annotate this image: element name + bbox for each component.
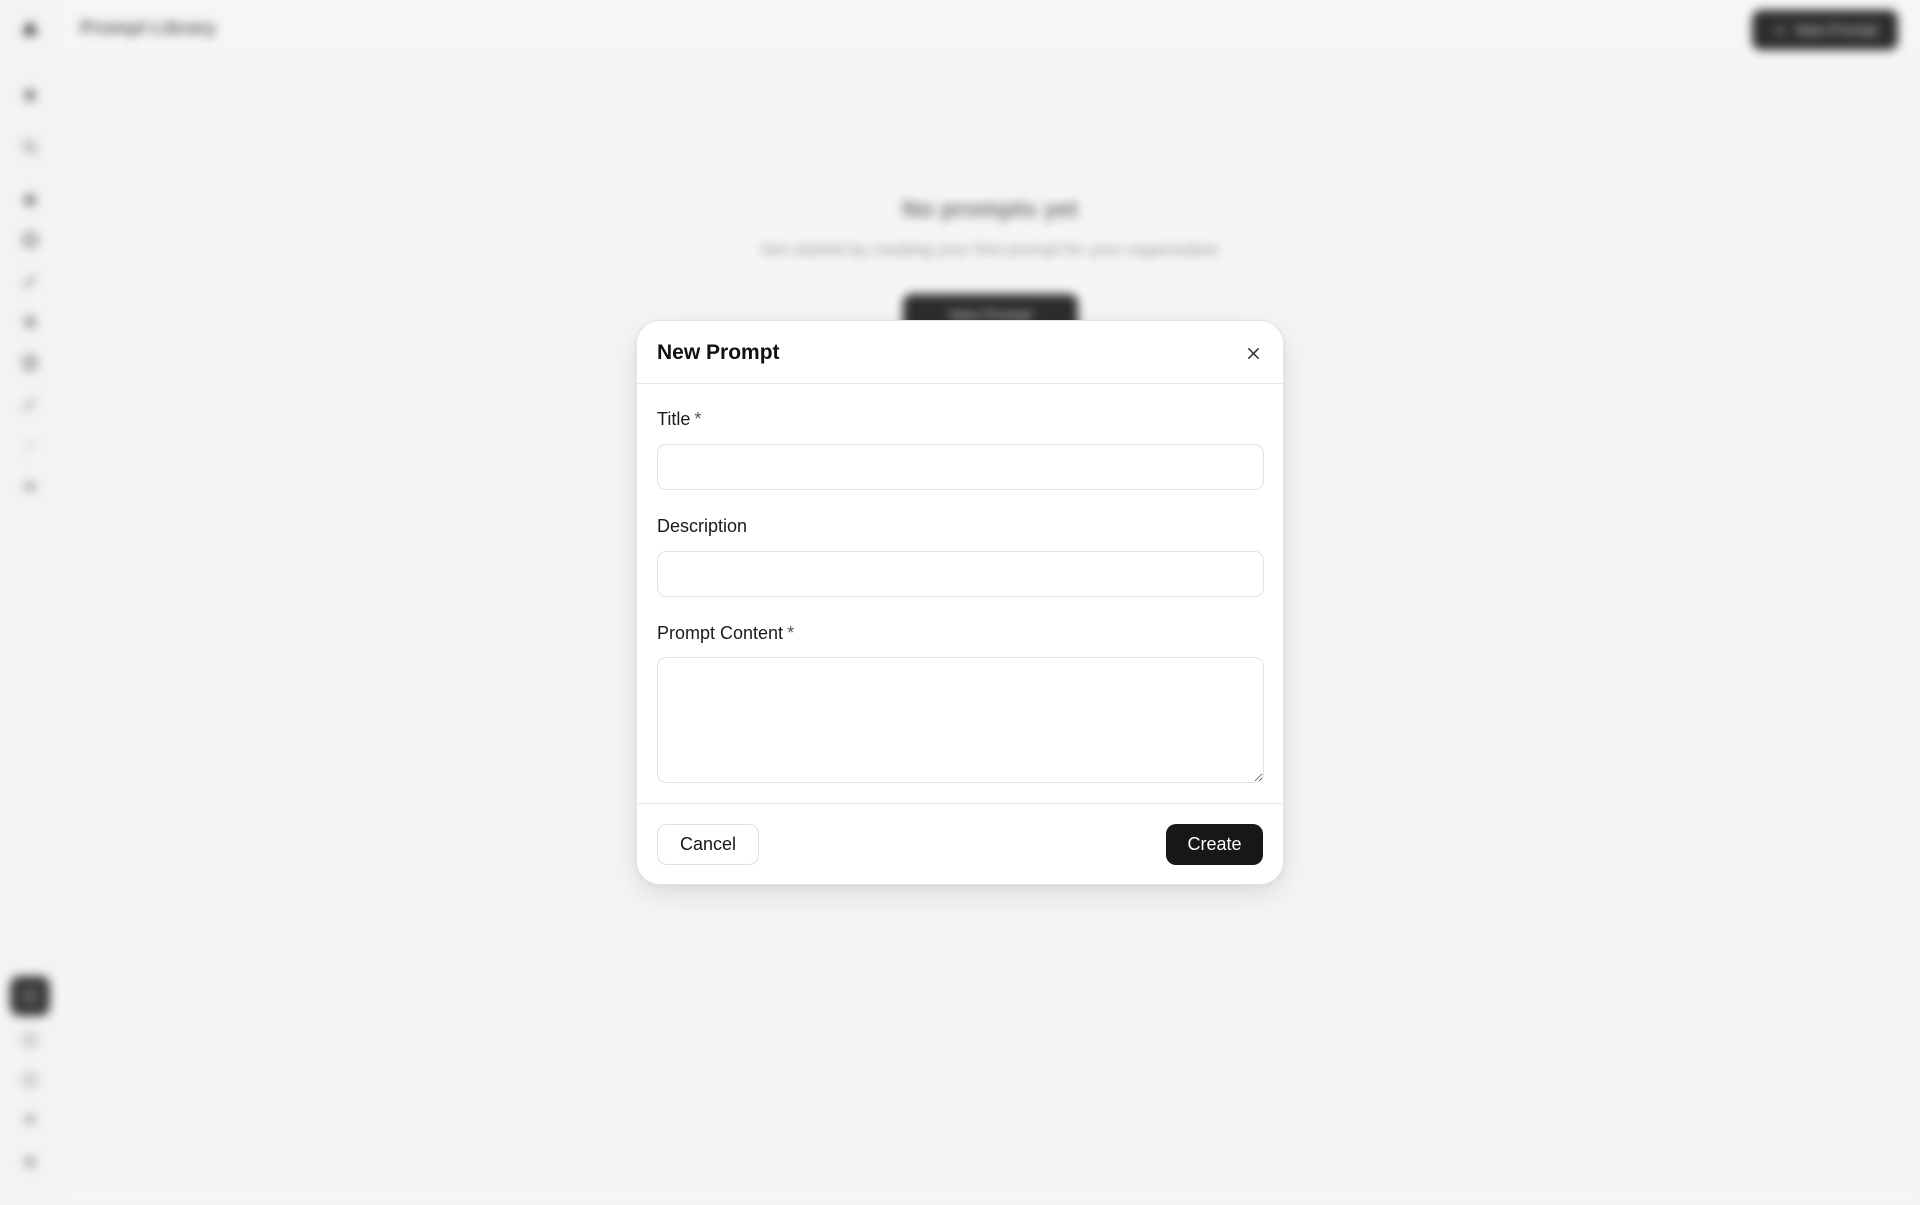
required-mark: * bbox=[694, 409, 702, 429]
create-button[interactable]: Create bbox=[1166, 824, 1263, 865]
dialog-title: New Prompt bbox=[657, 341, 780, 364]
close-button[interactable] bbox=[1243, 343, 1263, 363]
prompt-content-label: Prompt Content * bbox=[657, 623, 794, 644]
title-input[interactable] bbox=[657, 444, 1264, 490]
close-icon bbox=[1247, 347, 1259, 359]
dialog-footer: Cancel Create bbox=[637, 803, 1283, 885]
title-label: Title * bbox=[657, 409, 701, 430]
title-label-text: Title bbox=[657, 409, 691, 429]
cancel-button[interactable]: Cancel bbox=[657, 824, 759, 865]
description-label-text: Description bbox=[657, 516, 748, 536]
required-mark: * bbox=[787, 623, 795, 643]
dialog-header: New Prompt bbox=[637, 321, 1283, 384]
prompt-content-label-text: Prompt Content bbox=[657, 623, 784, 643]
prompt-content-textarea[interactable] bbox=[657, 657, 1264, 783]
description-input[interactable] bbox=[657, 551, 1264, 597]
new-prompt-dialog: New Prompt Title * Description Prompt Con… bbox=[636, 320, 1284, 885]
description-label: Description bbox=[657, 516, 747, 537]
